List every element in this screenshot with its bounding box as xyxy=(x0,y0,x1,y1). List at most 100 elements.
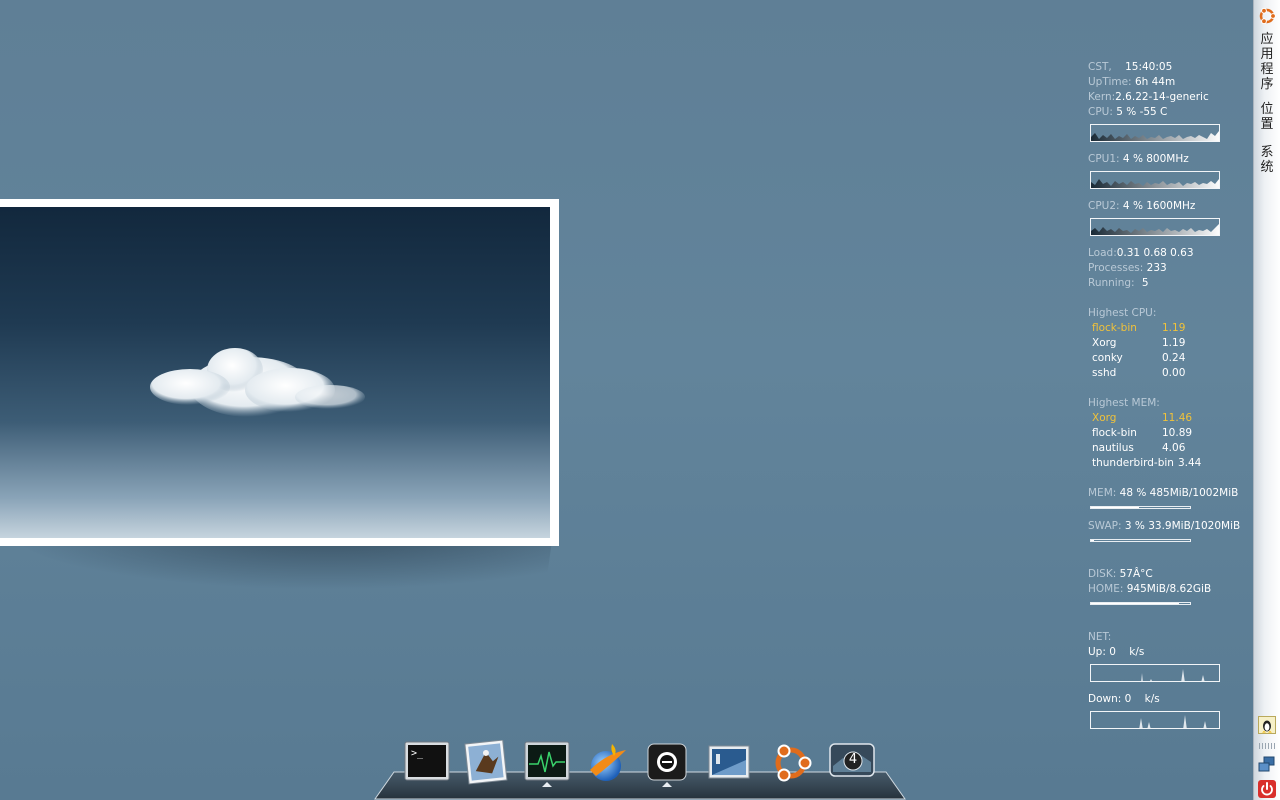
clock-value: 15:40:05 xyxy=(1125,61,1173,73)
mem-label: MEM: xyxy=(1088,487,1117,499)
kernel-value: 2.6.22-14-generic xyxy=(1115,91,1209,103)
menu-system[interactable]: 系统 xyxy=(1258,145,1276,175)
upload-graph xyxy=(1090,664,1220,682)
disk-row: DISK: 57Â°C xyxy=(1088,567,1258,582)
vertical-panel: 应用程序 位置 系统 xyxy=(1253,0,1280,800)
kernel-row: Kern:2.6.22-14-generic xyxy=(1088,90,1258,105)
up-row: Up: 0 k/s xyxy=(1088,645,1258,660)
uptime-row: UpTime: 6h 44m xyxy=(1088,75,1258,90)
up-label: Up: 0 xyxy=(1088,646,1116,658)
list-item: flock-bin 10.89 xyxy=(1088,426,1258,441)
swap-label: SWAP: xyxy=(1088,520,1122,532)
cpu1-graph xyxy=(1090,171,1220,189)
process-value: 1.19 xyxy=(1162,337,1186,349)
process-value: 11.46 xyxy=(1162,412,1193,424)
display-settings-icon[interactable] xyxy=(706,740,752,786)
swap-row: SWAP: 3 % 33.9MiB/1020MiB xyxy=(1088,519,1258,534)
highest-cpu-label: Highest CPU: xyxy=(1088,307,1157,319)
tux-icon[interactable] xyxy=(1258,716,1276,734)
mem-bar xyxy=(1090,506,1191,509)
ubuntu-icon[interactable] xyxy=(768,740,814,786)
clock-label: CST, xyxy=(1088,61,1112,73)
dock-shelf xyxy=(374,771,906,800)
processes-value: 233 xyxy=(1146,262,1167,274)
down-label: Down: 0 xyxy=(1088,693,1132,705)
process-name: flock-bin xyxy=(1092,427,1137,439)
load-value: 0.31 0.68 0.63 xyxy=(1116,247,1194,259)
swap-value: 3 % 33.9MiB/1020MiB xyxy=(1124,520,1241,532)
mem-row: MEM: 48 % 485MiB/1002MiB xyxy=(1088,486,1258,501)
cpu-graph xyxy=(1090,124,1220,142)
upload-graph-plot xyxy=(1141,669,1205,681)
process-value: 3.44 xyxy=(1177,457,1202,469)
cpu-label: CPU: xyxy=(1088,106,1113,118)
home-row: HOME: 945MiB/8.62GiB xyxy=(1088,582,1258,597)
process-name: nautilus xyxy=(1092,442,1134,454)
running-indicator xyxy=(542,782,552,787)
down-unit: k/s xyxy=(1144,693,1160,705)
menu-applications[interactable]: 应用程序 xyxy=(1258,32,1276,92)
download-graph-plot xyxy=(1139,715,1207,728)
list-item: flock-bin 1.19 xyxy=(1088,321,1258,336)
disk-label: DISK: xyxy=(1088,568,1117,580)
list-item: conky 0.24 xyxy=(1088,351,1258,366)
handle-grip[interactable] xyxy=(1259,743,1275,749)
process-name: conky xyxy=(1092,352,1123,364)
list-item: nautilus 4.06 xyxy=(1088,441,1258,456)
list-item: thunderbird-bin 3.44 xyxy=(1088,456,1258,471)
uptime-label: UpTime: xyxy=(1088,76,1132,88)
load-row: Load:0.31 0.68 0.63 xyxy=(1088,246,1258,261)
download-graph xyxy=(1090,711,1220,729)
home-label: HOME: xyxy=(1088,583,1124,595)
load-label: Load: xyxy=(1088,247,1117,259)
sky-photo xyxy=(0,207,550,538)
cpu2-value: 4 % 1600MHz xyxy=(1122,200,1196,212)
process-name: Xorg xyxy=(1092,412,1117,424)
process-value: 0.00 xyxy=(1162,367,1186,379)
swap-bar-fill xyxy=(1091,540,1094,541)
process-value: 4.06 xyxy=(1162,442,1186,454)
process-name: flock-bin xyxy=(1092,322,1137,334)
menu-places[interactable]: 位置 xyxy=(1258,102,1276,132)
mem-bar-fill xyxy=(1091,507,1139,508)
process-name: sshd xyxy=(1092,367,1117,379)
desktop-photo-frame xyxy=(0,199,559,546)
running-row: Running: 5 xyxy=(1088,276,1258,291)
workspace-switcher[interactable]: 4 xyxy=(829,740,875,786)
kernel-label: Kern: xyxy=(1088,91,1116,103)
swap-bar xyxy=(1090,539,1191,542)
network-icon[interactable] xyxy=(1258,756,1276,774)
processes-row: Processes: 233 xyxy=(1088,261,1258,276)
flock-browser-icon[interactable] xyxy=(584,740,630,786)
system-monitor-icon[interactable] xyxy=(524,740,570,786)
svg-text:>_: >_ xyxy=(411,748,424,759)
cpu-value: 5 % -55 C xyxy=(1116,106,1168,118)
mem-value: 48 % 485MiB/1002MiB xyxy=(1119,487,1239,499)
list-item: Xorg 1.19 xyxy=(1088,336,1258,351)
mail-eagle-icon[interactable] xyxy=(463,740,509,786)
process-name: Xorg xyxy=(1092,337,1117,349)
home-bar-fill xyxy=(1091,603,1180,604)
process-value: 0.24 xyxy=(1162,352,1186,364)
running-value: 5 xyxy=(1141,277,1149,289)
camera-icon[interactable] xyxy=(644,740,690,786)
cpu-row: CPU: 5 % -55 C xyxy=(1088,105,1258,120)
cpu1-value: 4 % 800MHz xyxy=(1122,153,1189,165)
conky-monitor: CST, 15:40:05 UpTime: 6h 44m Kern:2.6.22… xyxy=(1088,60,1258,739)
clock-row: CST, 15:40:05 xyxy=(1088,60,1258,75)
terminal-icon[interactable]: >_ xyxy=(404,740,450,786)
cpu2-row: CPU2: 4 % 1600MHz xyxy=(1088,199,1258,214)
power-icon[interactable] xyxy=(1258,780,1276,798)
cpu2-label: CPU2: xyxy=(1088,200,1120,212)
ubuntu-logo-icon[interactable] xyxy=(1257,6,1277,26)
highest-mem-label: Highest MEM: xyxy=(1088,397,1160,409)
workspace-number: 4 xyxy=(848,752,858,767)
cpu1-graph-plot xyxy=(1091,179,1219,188)
running-label: Running: xyxy=(1088,277,1135,289)
home-bar xyxy=(1090,602,1191,605)
process-name: thunderbird-bin xyxy=(1092,457,1174,469)
cpu1-row: CPU1: 4 % 800MHz xyxy=(1088,152,1258,167)
up-unit: k/s xyxy=(1129,646,1145,658)
cpu2-graph-plot xyxy=(1091,224,1219,235)
running-indicator xyxy=(662,782,672,787)
